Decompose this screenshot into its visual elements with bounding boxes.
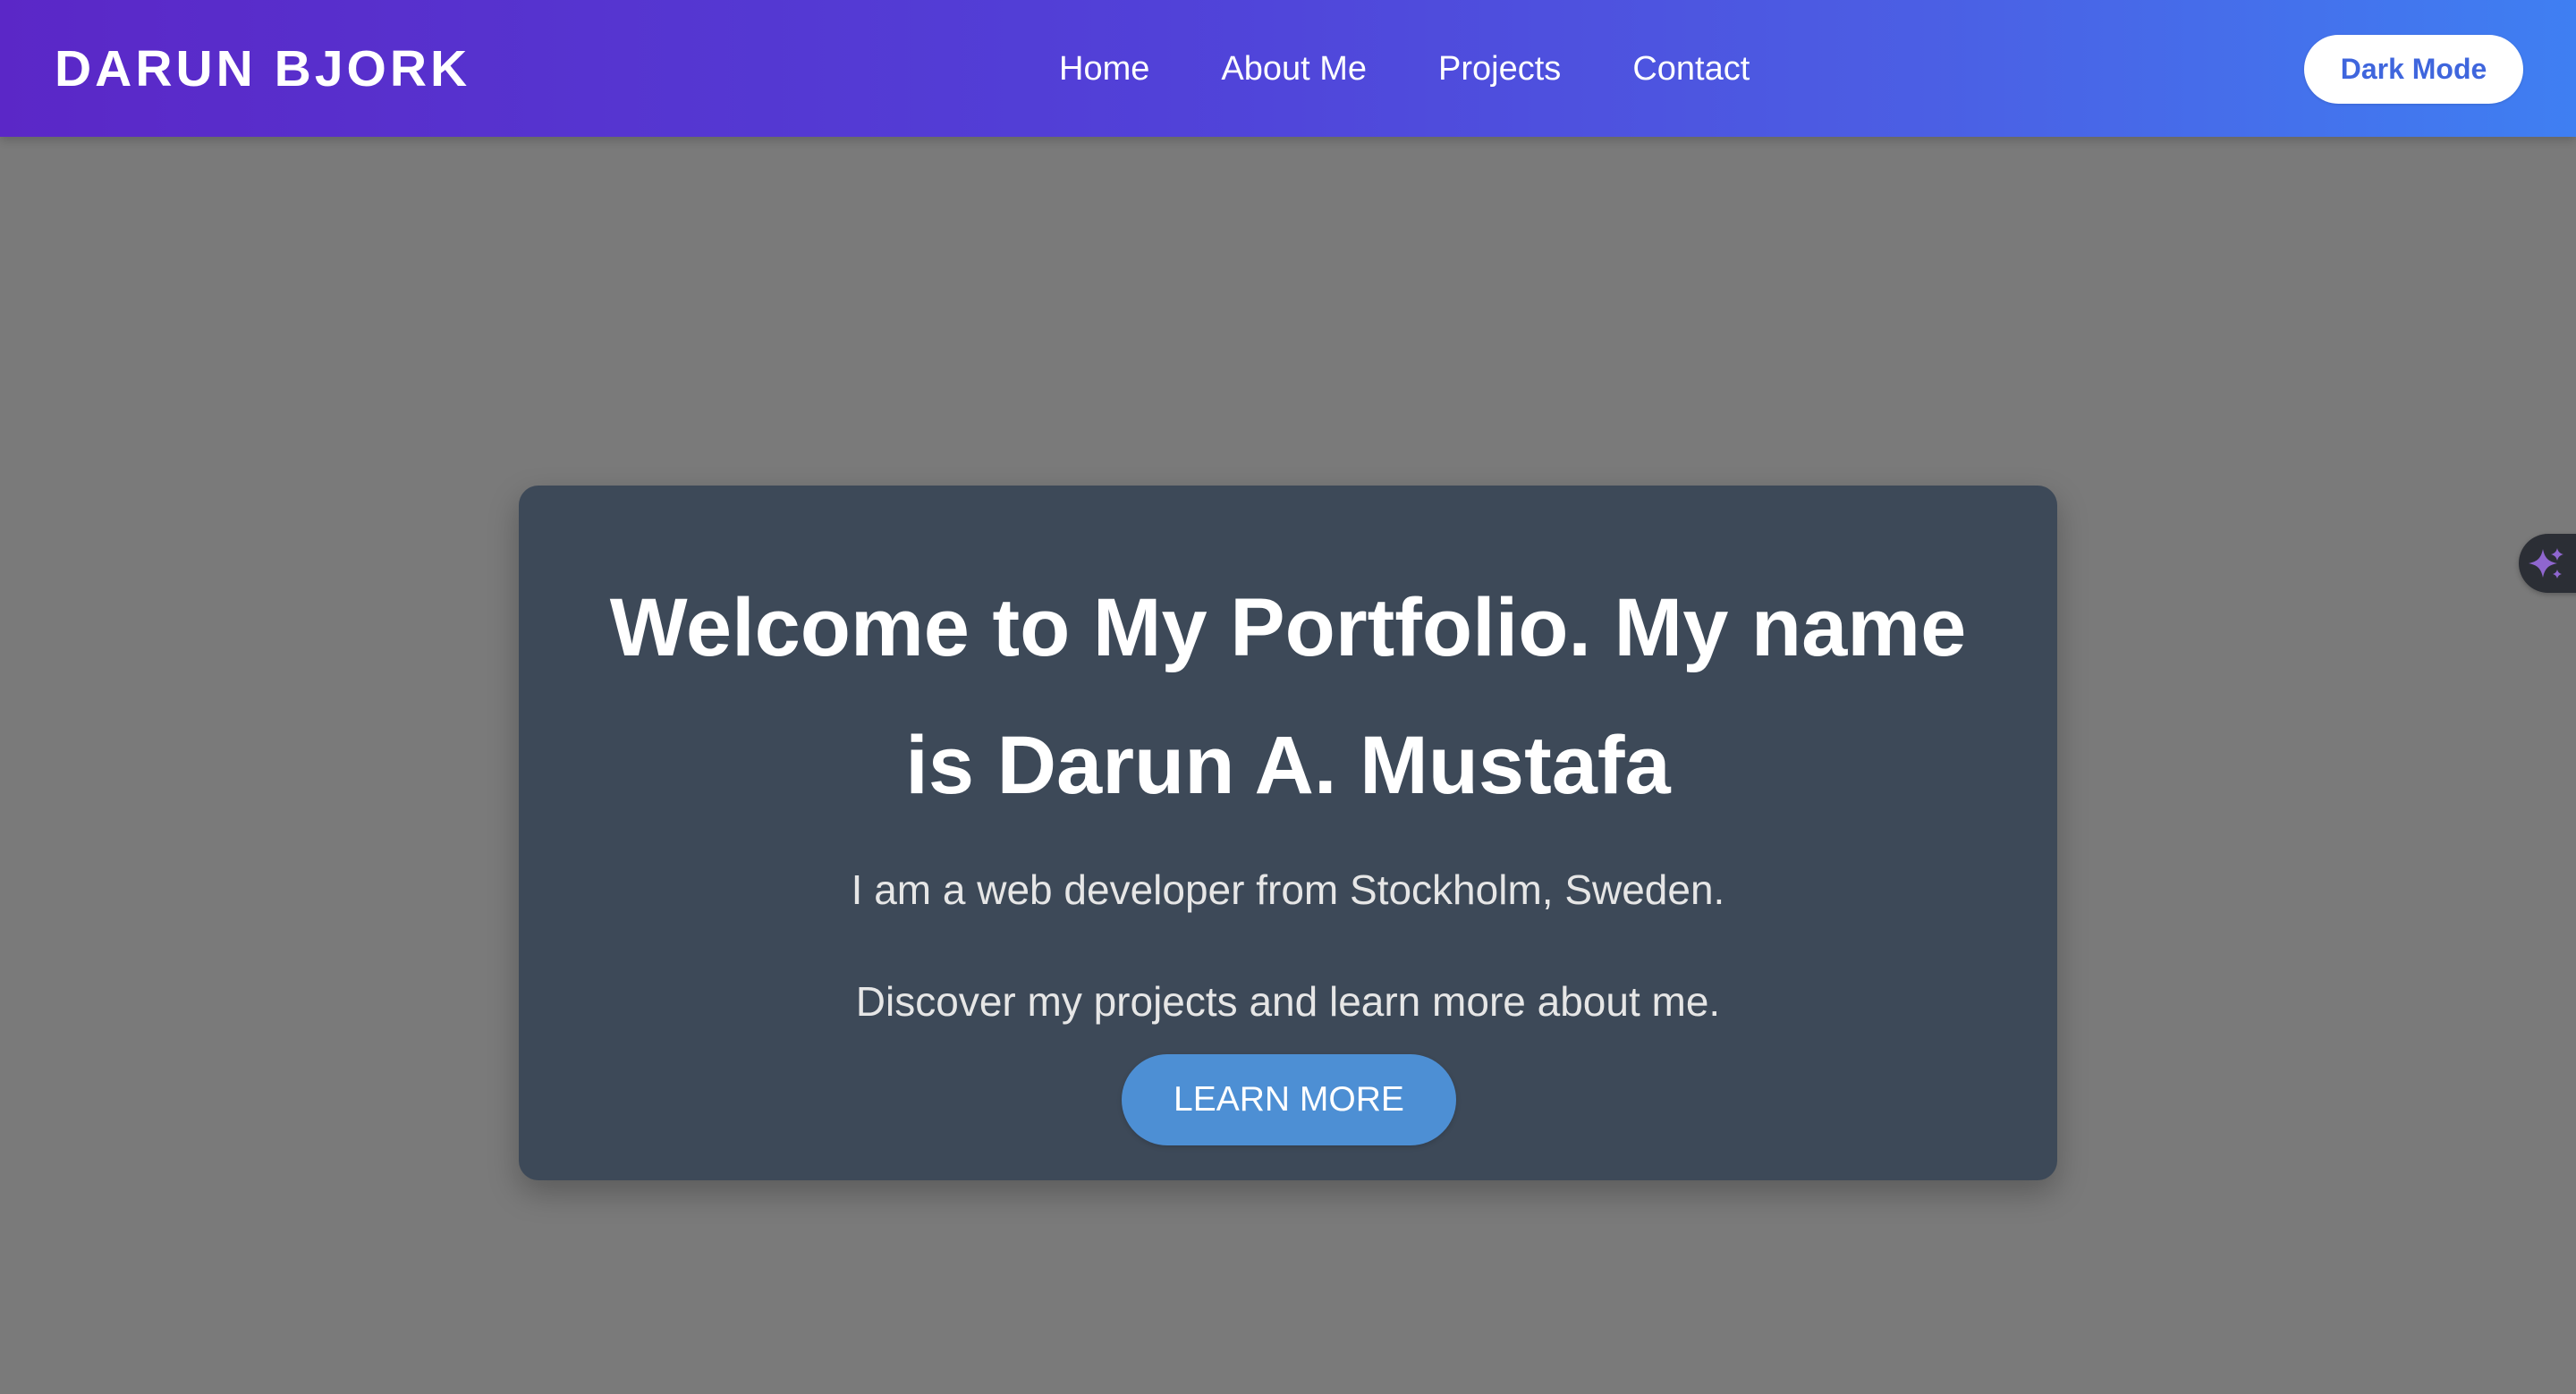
nav-link-home[interactable]: Home bbox=[1059, 43, 1149, 95]
nav-link-about-me[interactable]: About Me bbox=[1221, 43, 1367, 95]
main-navigation: Home About Me Projects Contact bbox=[1059, 43, 1750, 95]
hero-title: Welcome to My Portfolio. My name is Daru… bbox=[609, 582, 1967, 811]
hero-description: Discover my projects and learn more abou… bbox=[855, 978, 1721, 1025]
hero-card: Welcome to My Portfolio. My name is Daru… bbox=[519, 486, 2057, 1180]
dark-mode-button[interactable]: Dark Mode bbox=[2304, 35, 2523, 104]
site-brand[interactable]: DARUN BJORK bbox=[55, 38, 470, 100]
top-navbar: DARUN BJORK Home About Me Projects Conta… bbox=[0, 0, 2576, 137]
learn-more-button[interactable]: LEARN MORE bbox=[1122, 1054, 1456, 1145]
nav-link-projects[interactable]: Projects bbox=[1438, 43, 1561, 95]
hero-subtitle: I am a web developer from Stockholm, Swe… bbox=[851, 866, 1725, 913]
assistant-side-tab[interactable] bbox=[2519, 534, 2576, 593]
nav-link-contact[interactable]: Contact bbox=[1632, 43, 1750, 95]
sparkle-icon bbox=[2529, 548, 2563, 579]
